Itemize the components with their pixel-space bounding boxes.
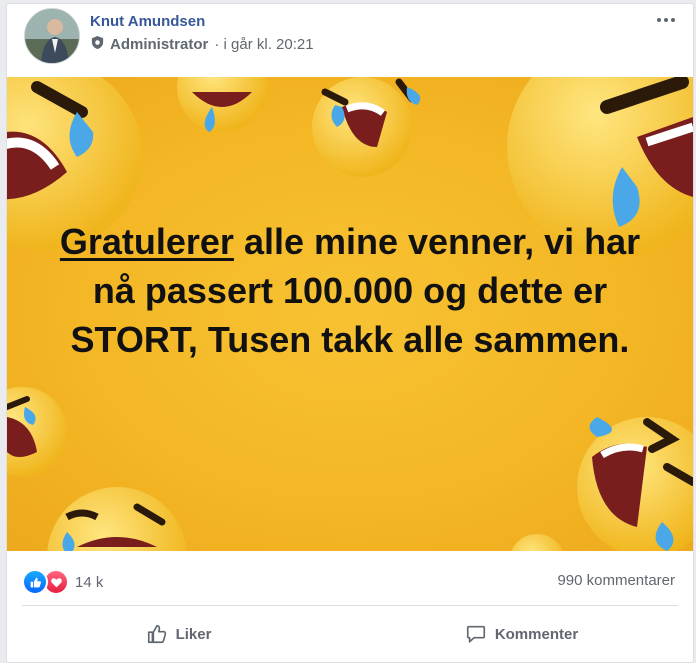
post-header: Knut Amundsen Administrator · i går kl. … [7, 4, 693, 76]
post-image[interactable]: Gratulerer alle mine venner, vi har nå p… [7, 77, 693, 551]
author-name[interactable]: Knut Amundsen [90, 13, 205, 30]
meta-separator: · [214, 36, 220, 53]
reaction-count: 14 k [75, 573, 104, 591]
post-text-underlined: Gratulerer [59, 221, 234, 262]
post-card: Knut Amundsen Administrator · i går kl. … [6, 3, 694, 663]
post-timestamp[interactable]: · i går kl. 20:21 [214, 36, 313, 53]
post-actions: Liker Kommenter [7, 609, 693, 659]
like-reaction-icon [22, 569, 48, 595]
comment-count[interactable]: 990 kommentarer [557, 572, 675, 589]
like-button-label: Liker [175, 625, 212, 643]
comment-bubble-icon [466, 625, 485, 643]
reactions-summary[interactable]: 14 k [22, 569, 103, 595]
post-stats: 14 k 990 kommentarer [7, 561, 693, 597]
author-avatar[interactable] [24, 8, 80, 64]
stats-divider [22, 605, 678, 606]
more-options-icon[interactable] [653, 10, 679, 30]
like-button[interactable]: Liker [7, 609, 350, 659]
post-meta: Administrator · i går kl. 20:21 [90, 35, 314, 54]
admin-badge-icon [90, 35, 105, 54]
comment-button[interactable]: Kommenter [350, 609, 693, 659]
timestamp-text: i går kl. 20:21 [223, 36, 314, 53]
thumbs-up-icon [147, 624, 166, 644]
author-role: Administrator [110, 36, 209, 53]
comment-button-label: Kommenter [494, 625, 579, 643]
post-image-text: Gratulerer alle mine venner, vi har nå p… [37, 217, 663, 364]
